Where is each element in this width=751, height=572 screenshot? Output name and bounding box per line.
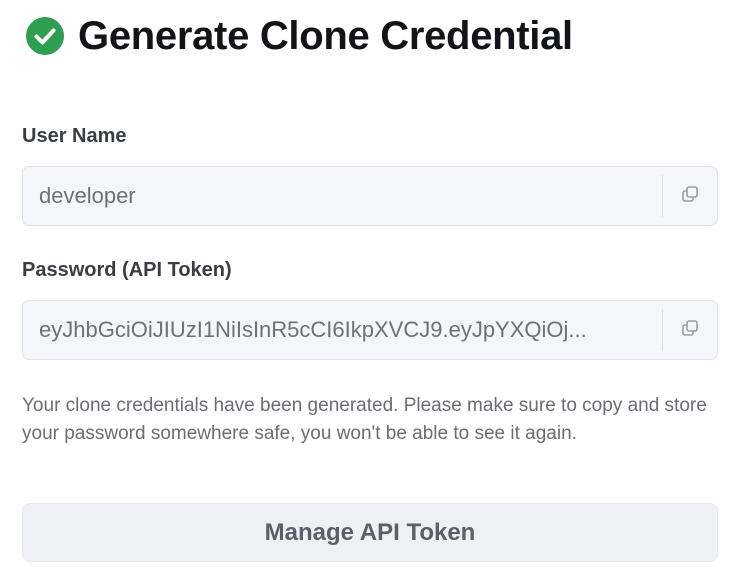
clone-credential-dialog: Generate Clone Credential User Name deve… xyxy=(0,0,751,572)
dialog-title: Generate Clone Credential xyxy=(78,13,573,58)
password-field[interactable]: eyJhbGciOiJIUzI1NiIsInR5cCI6IkpXVCJ9.eyJ… xyxy=(22,300,718,360)
copy-icon xyxy=(681,319,699,342)
username-value[interactable]: developer xyxy=(23,183,662,209)
check-circle-icon xyxy=(26,17,64,55)
username-label: User Name xyxy=(22,125,127,147)
copy-icon xyxy=(681,185,699,208)
password-value[interactable]: eyJhbGciOiJIUzI1NiIsInR5cCI6IkpXVCJ9.eyJ… xyxy=(23,317,662,343)
copy-username-button[interactable] xyxy=(663,167,717,225)
username-field[interactable]: developer xyxy=(22,166,718,226)
dialog-header: Generate Clone Credential xyxy=(26,12,573,60)
password-label: Password (API Token) xyxy=(22,259,232,281)
copy-password-button[interactable] xyxy=(663,301,717,359)
credentials-help-text: Your clone credentials have been generat… xyxy=(22,395,707,444)
manage-api-token-button[interactable]: Manage API Token xyxy=(22,503,718,562)
